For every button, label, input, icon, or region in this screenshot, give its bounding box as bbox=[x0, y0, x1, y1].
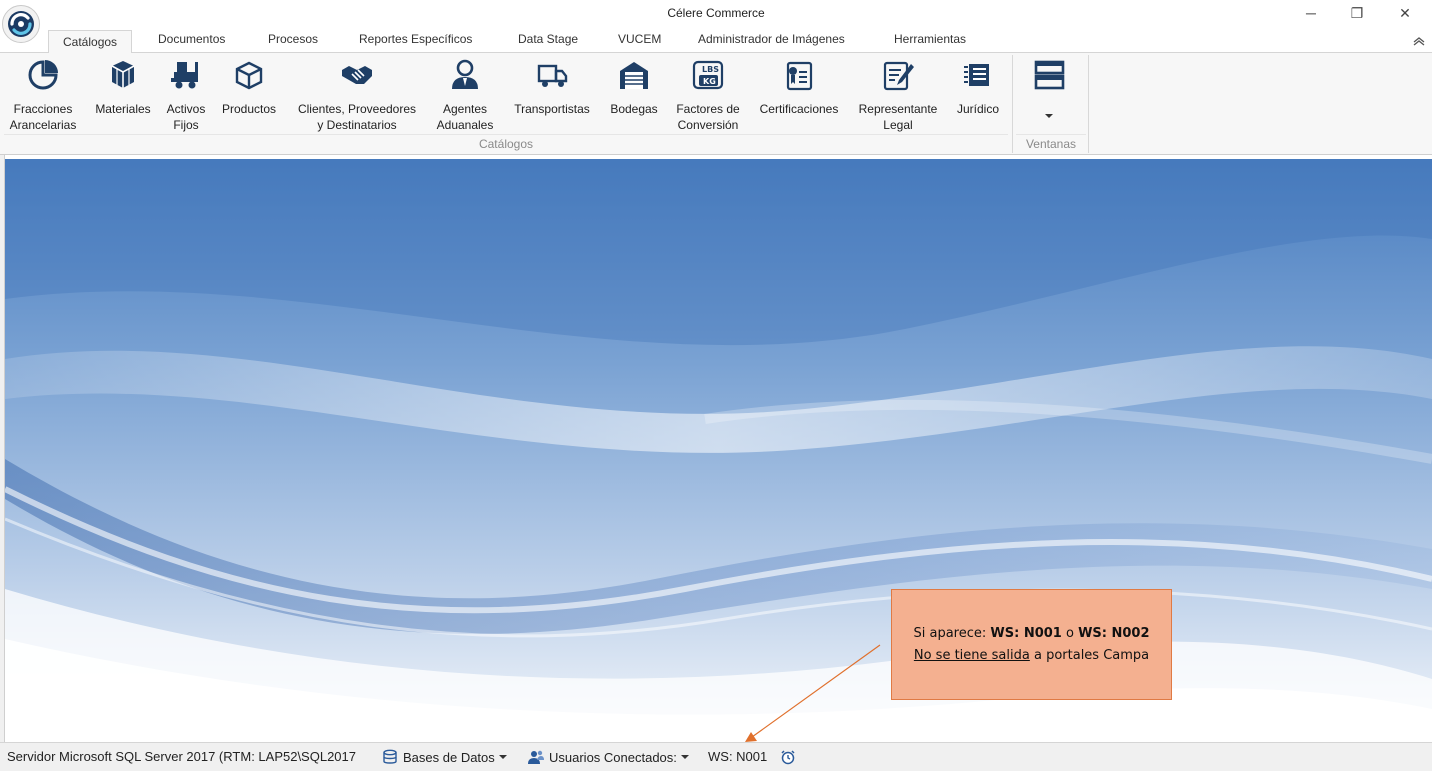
tab-catalogos[interactable]: Catálogos bbox=[48, 30, 133, 54]
callout-joiner: o bbox=[1061, 625, 1079, 641]
main-workspace bbox=[5, 159, 1432, 742]
chevron-down-icon bbox=[498, 755, 507, 759]
svg-text:KG: KG bbox=[703, 77, 716, 86]
status-bar: Servidor Microsoft SQL Server 2017 (RTM:… bbox=[0, 742, 1432, 771]
clientes-proveedores-label: Clientes, Proveedores y Destinatarios bbox=[297, 102, 417, 132]
edit-document-icon bbox=[883, 61, 914, 91]
productos-button[interactable]: Productos bbox=[216, 57, 282, 117]
agentes-aduanales-label: Agentes Aduanales bbox=[436, 102, 494, 132]
tab-documentos[interactable]: Documentos bbox=[158, 32, 225, 53]
users-icon bbox=[528, 750, 544, 764]
transportistas-button[interactable]: Transportistas bbox=[507, 57, 597, 117]
group-divider bbox=[4, 134, 1008, 135]
callout-code-2: WS: N002 bbox=[1078, 625, 1150, 641]
connected-users-dropdown[interactable]: Usuarios Conectados: bbox=[527, 749, 689, 765]
productos-label: Productos bbox=[221, 102, 277, 116]
ventanas-dropdown-caret[interactable] bbox=[1045, 107, 1053, 121]
title-bar: Célere Commerce ─ ❐ ✕ bbox=[0, 0, 1432, 28]
tab-procesos[interactable]: Procesos bbox=[268, 32, 318, 53]
bodegas-label: Bodegas bbox=[610, 102, 658, 116]
collapse-ribbon-icon[interactable] bbox=[1412, 34, 1426, 48]
group-separator bbox=[1012, 55, 1013, 153]
factores-conversion-label: Factores de Conversión bbox=[676, 102, 740, 132]
close-button[interactable]: ✕ bbox=[1382, 0, 1428, 26]
juridico-label: Jurídico bbox=[956, 102, 1000, 116]
callout-line-1: Si aparece: WS: N001 o WS: N002 bbox=[913, 623, 1149, 645]
alarm-clock-icon bbox=[781, 750, 795, 765]
ws-status: WS: N001 bbox=[708, 749, 768, 764]
transportistas-label: Transportistas bbox=[514, 102, 590, 116]
fracciones-arancelarias-label: Fracciones Arancelarias bbox=[9, 102, 77, 132]
restore-button[interactable]: ❐ bbox=[1334, 0, 1380, 26]
bodegas-button[interactable]: Bodegas bbox=[604, 57, 664, 117]
tab-administrador-imagenes[interactable]: Administrador de Imágenes bbox=[698, 32, 845, 53]
callout-line-2: No se tiene salida a portales Campa bbox=[914, 645, 1149, 667]
certificate-icon bbox=[786, 61, 813, 91]
wave-background-image bbox=[5, 159, 1432, 742]
svg-text:LBS: LBS bbox=[702, 65, 719, 74]
warehouse-icon bbox=[620, 62, 648, 89]
certificaciones-label: Certificaciones bbox=[759, 102, 839, 116]
fracciones-arancelarias-button[interactable]: Fracciones Arancelarias bbox=[4, 57, 82, 133]
app-logo-icon bbox=[8, 11, 34, 37]
representante-legal-label: Representante Legal bbox=[858, 102, 938, 132]
ribbon-tab-row: Catálogos Documentos Procesos Reportes E… bbox=[0, 28, 1432, 54]
materiales-button[interactable]: Materiales bbox=[90, 57, 156, 117]
clientes-proveedores-button[interactable]: Clientes, Proveedores y Destinatarios bbox=[290, 57, 424, 133]
group-catalogos-label: Catálogos bbox=[478, 137, 534, 151]
forklift-icon bbox=[171, 62, 198, 89]
activos-fijos-button[interactable]: Activos Fijos bbox=[163, 57, 209, 133]
legal-list-icon bbox=[964, 64, 989, 86]
representante-legal-button[interactable]: Representante Legal bbox=[852, 57, 944, 133]
callout-suffix: a portales Campa bbox=[1029, 647, 1150, 663]
agentes-aduanales-button[interactable]: Agentes Aduanales bbox=[432, 57, 498, 133]
box-icon bbox=[235, 61, 263, 90]
windows-icon bbox=[1034, 60, 1065, 90]
person-icon bbox=[452, 59, 478, 89]
server-status: Servidor Microsoft SQL Server 2017 (RTM:… bbox=[7, 749, 356, 764]
callout-code-1: WS: N001 bbox=[990, 625, 1062, 641]
window-title: Célere Commerce bbox=[667, 6, 765, 20]
callout-prefix: Si aparece: bbox=[913, 625, 991, 641]
tab-herramientas[interactable]: Herramientas bbox=[894, 32, 966, 53]
tab-vucem[interactable]: VUCEM bbox=[618, 32, 661, 53]
factores-conversion-button[interactable]: LBS KG Factores de Conversión bbox=[670, 57, 746, 133]
truck-icon bbox=[537, 64, 568, 87]
tab-data-stage[interactable]: Data Stage bbox=[518, 32, 578, 53]
app-menu-button[interactable] bbox=[2, 5, 40, 43]
group-divider bbox=[1016, 134, 1086, 135]
activos-fijos-label: Activos Fijos bbox=[166, 102, 206, 132]
minimize-button[interactable]: ─ bbox=[1288, 0, 1334, 26]
clock-button[interactable] bbox=[780, 749, 796, 765]
materiales-label: Materiales bbox=[95, 102, 151, 116]
pie-chart-icon bbox=[28, 60, 58, 90]
weight-conversion-icon: LBS KG bbox=[692, 60, 724, 90]
group-separator bbox=[1088, 55, 1089, 153]
group-ventanas-label: Ventanas bbox=[1025, 137, 1077, 151]
databases-label: Bases de Datos bbox=[403, 749, 495, 765]
certificaciones-button[interactable]: Certificaciones bbox=[753, 57, 845, 117]
chevron-down-icon bbox=[680, 755, 689, 759]
tab-reportes-especificos[interactable]: Reportes Específicos bbox=[359, 32, 472, 53]
cubes-icon bbox=[111, 61, 135, 88]
databases-dropdown[interactable]: Bases de Datos bbox=[382, 749, 507, 765]
connected-users-label: Usuarios Conectados: bbox=[549, 749, 677, 765]
callout-underlined: No se tiene salida bbox=[913, 647, 1030, 663]
ribbon-panel: Fracciones Arancelarias Materiales Activ… bbox=[0, 53, 1432, 155]
juridico-button[interactable]: Jurídico bbox=[950, 57, 1006, 117]
database-icon bbox=[383, 749, 397, 764]
ventanas-button[interactable] bbox=[1024, 57, 1074, 121]
handshake-icon bbox=[342, 66, 372, 84]
callout-note: Si aparece: WS: N001 o WS: N002 No se ti… bbox=[891, 589, 1172, 700]
